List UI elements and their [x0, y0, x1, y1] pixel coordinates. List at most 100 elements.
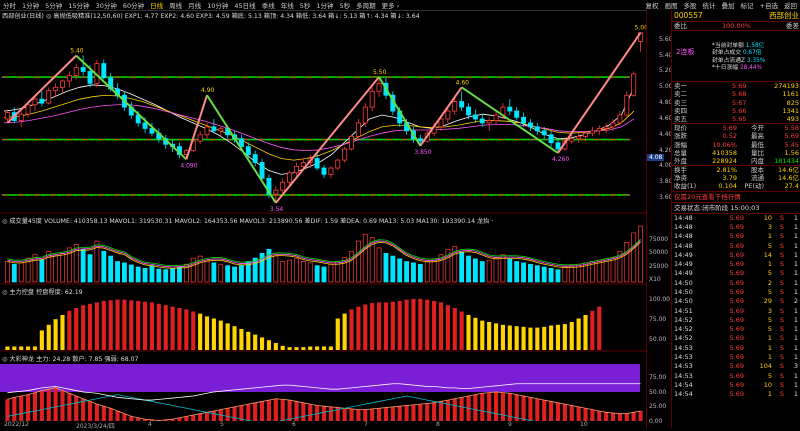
stat-row: 收益(1) 0.104 PE(动) 27.4: [674, 182, 799, 191]
candle-body: [39, 98, 45, 104]
toolbar-button[interactable]: 叠加: [719, 0, 738, 10]
volume-bar: [479, 261, 485, 283]
control-bar: [60, 315, 65, 350]
candle-body: [355, 122, 361, 137]
candle-body: [204, 126, 210, 136]
last-price-tag: 4.08: [647, 154, 665, 161]
toolbar-button[interactable]: 画图: [662, 0, 681, 10]
period-tab[interactable]: 日线: [147, 0, 166, 10]
candle-body: [479, 118, 485, 124]
control-bar: [445, 305, 450, 350]
volume-bar: [280, 261, 286, 283]
volume-bar: [53, 255, 59, 283]
toolbar-button[interactable]: 标记: [738, 0, 757, 10]
volume-bar: [486, 259, 492, 283]
period-tab[interactable]: 5秒: [297, 0, 314, 10]
candle-body: [328, 167, 334, 175]
control-tick: 50.00: [649, 336, 667, 343]
period-tab[interactable]: 季线: [259, 0, 278, 10]
toolbar-button[interactable]: 多股: [681, 0, 700, 10]
control-bar: [266, 340, 272, 350]
zigzag-segment: [206, 94, 277, 204]
tick-row: 14:48 5.69 10 S 1: [674, 213, 798, 222]
date-tick: 2022/12: [4, 421, 29, 428]
period-tab[interactable]: 1分钟: [19, 0, 42, 10]
tick-row: 14:50 5.69 2 S 1: [674, 278, 798, 287]
ask-row[interactable]: 卖三 5.67 825: [672, 99, 800, 107]
control-bar: [397, 301, 402, 350]
zigzag-segment: [557, 32, 642, 154]
quote-panel: 000557 西部创业 委比 100.00% 委差 2连板 *当前封单额 1.5…: [671, 10, 800, 429]
period-tab[interactable]: 5分钟: [42, 0, 65, 10]
control-bar: [466, 315, 471, 350]
control-bar: [101, 301, 106, 350]
period-tab[interactable]: 10分钟: [204, 0, 231, 10]
stat-row: 涨幅 10.06% 最低 5.45: [674, 140, 799, 149]
volume-bar: [397, 258, 403, 283]
period-tab[interactable]: 多周期: [353, 0, 379, 10]
ask-row[interactable]: 卖四 5.66 1341: [672, 107, 800, 115]
volume-bar: [404, 261, 409, 283]
candle-body: [369, 90, 375, 108]
swing-high-label: 4.90: [201, 87, 215, 94]
ask-row[interactable]: 卖二 5.68 1161: [672, 90, 800, 98]
control-bar: [308, 346, 313, 350]
volume-bar: [555, 269, 561, 283]
date-tick: 6: [292, 421, 296, 428]
promo-link[interactable]: 仅需20元查看千档行情: [674, 192, 741, 202]
period-tab[interactable]: 分时: [0, 0, 19, 10]
period-tab[interactable]: 月线: [185, 0, 204, 10]
control-bar: [163, 305, 168, 350]
volume-bar: [294, 258, 299, 283]
period-tab[interactable]: 周线: [166, 0, 185, 10]
control-bar: [597, 306, 602, 350]
volume-bar: [239, 264, 244, 283]
period-tab[interactable]: 1分钟: [313, 0, 336, 10]
period-tab[interactable]: 15分钟: [65, 0, 92, 10]
tick-row: 14:54 5.69 10 S 1: [674, 380, 798, 389]
period-tab[interactable]: 更多 ›: [379, 0, 403, 10]
toolbar-button[interactable]: 返回: [781, 0, 800, 10]
control-bar: [301, 347, 306, 350]
volume-bar: [411, 262, 416, 283]
candle-body: [53, 86, 59, 91]
toolbar-button[interactable]: +自选: [757, 0, 781, 10]
period-tab[interactable]: 45日线: [231, 0, 258, 10]
info-line: 封单占成交 0.67倍: [712, 50, 762, 57]
volume-bar: [541, 266, 547, 283]
period-tab[interactable]: 5秒: [336, 0, 353, 10]
period-tab[interactable]: 60分钟: [120, 0, 147, 10]
volume-bar: [273, 255, 279, 283]
candle-body: [273, 189, 279, 195]
trend-legend: ◎ 大彩神龙 主力: 24.28 散户: 7.85 强弱: 68.07: [2, 356, 139, 363]
ask-row[interactable]: 卖五 5.65 493: [672, 115, 800, 123]
info-line: *十日涨幅 28.44%: [712, 65, 763, 72]
control-bar: [528, 327, 533, 350]
volume-bar: [390, 255, 396, 283]
tick-row: 14:52 5.69 5 S 1: [674, 325, 798, 334]
toolbar-button[interactable]: 复权: [643, 0, 662, 10]
candle-body: [335, 159, 341, 169]
tick-list[interactable]: 14:48 5.69 10 S 1 14:48 5.69 3 S 1 14:48 5.69 1 S 1 14:…: [672, 212, 800, 400]
candle-body: [101, 63, 107, 79]
control-bar: [521, 326, 526, 350]
candle-body: [596, 128, 602, 132]
candle-body: [252, 154, 258, 163]
control-bar: [239, 329, 244, 350]
volume-bar: [569, 265, 575, 283]
toolbar-button[interactable]: 统计: [700, 0, 719, 10]
control-tick: 75.00: [649, 316, 667, 323]
control-bar: [273, 343, 278, 350]
period-tab[interactable]: 年线: [278, 0, 297, 10]
weicha-label: 委差: [785, 22, 799, 30]
volume-bar: [424, 261, 430, 283]
weibi-value: 100.00%: [722, 22, 751, 30]
period-tab[interactable]: 30分钟: [93, 0, 120, 10]
tick-row: 14:48 5.69 3 S 1: [674, 222, 798, 231]
ask-row[interactable]: 卖一 5.69 274193: [672, 82, 800, 90]
chart-area[interactable]: 5.404.0904.903.545.503.8504.604.2605.00 …: [0, 10, 648, 430]
candle-body: [245, 146, 251, 155]
volume-bar: [493, 257, 499, 283]
control-bar: [507, 325, 512, 350]
control-bar: [555, 324, 561, 350]
